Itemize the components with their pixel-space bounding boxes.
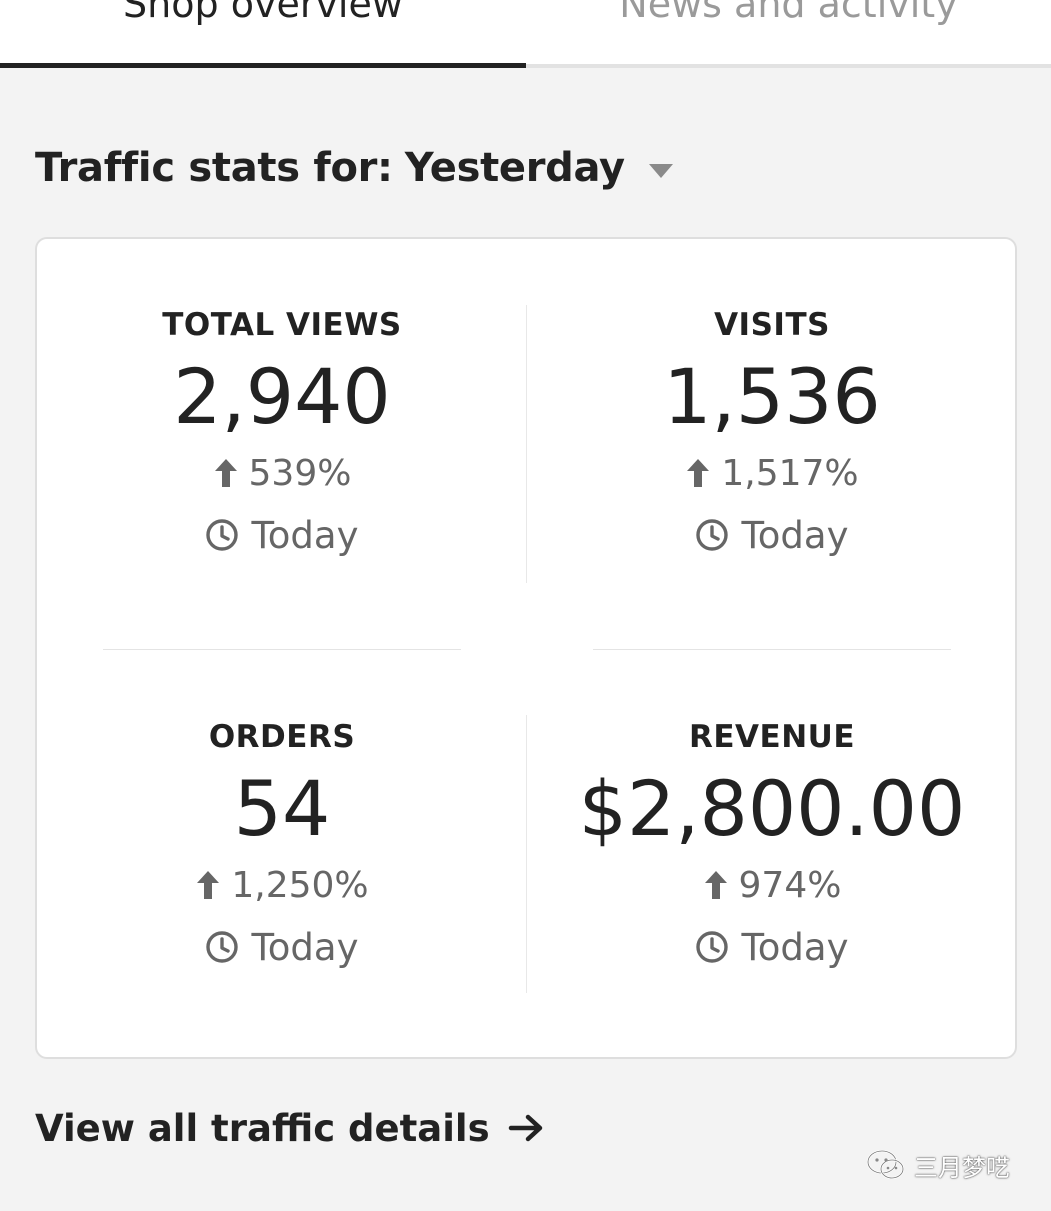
tab-label: News and activity [619,0,958,26]
stat-time[interactable]: Today [37,513,527,557]
view-traffic-details-link[interactable]: View all traffic details [35,1104,544,1152]
stat-change: 974% [527,863,1017,907]
tab-news-and-activity[interactable]: News and activity [526,0,1051,68]
stat-value: 2,940 [173,352,391,441]
stats-heading-prefix: Traffic stats for: [35,145,393,191]
traffic-link-label: View all traffic details [35,1106,490,1150]
stat-change-value: 1,250% [231,864,369,906]
stat-label: REVENUE [688,719,855,755]
selected-period: Yesterday [404,145,625,191]
watermark: 三月梦呓 [866,1147,1010,1183]
stat-label: VISITS [714,307,830,343]
stat-label: ORDERS [208,719,356,755]
clock-icon [696,519,729,551]
stat-time-label: Today [251,513,359,557]
stat-time[interactable]: Today [37,925,527,969]
stat-value: 1,536 [663,352,881,441]
stat-change: 1,517% [527,451,1017,495]
active-tab-indicator [0,63,526,68]
clock-icon [696,931,729,963]
stat-revenue: REVENUE $2,800.00 974% Today [527,717,1017,969]
stat-time-label: Today [741,925,849,969]
tab-underline [526,64,1051,68]
stat-time[interactable]: Today [527,513,1017,557]
clock-icon [206,931,239,963]
stat-change: 539% [37,451,527,495]
divider [103,649,461,650]
up-arrow-icon [197,871,220,899]
divider [593,649,951,650]
stat-change-value: 539% [248,452,352,494]
wechat-icon [866,1149,905,1180]
stat-orders: ORDERS 54 1,250% Today [37,717,527,969]
stat-value: 54 [233,764,331,853]
traffic-period-dropdown[interactable]: Traffic stats for: Yesterday [35,142,673,194]
stat-change-value: 974% [738,864,842,906]
shop-stats-page: Shop overview News and activity Traffic … [0,0,1051,1211]
watermark-text: 三月梦呓 [914,1153,1010,1182]
tab-label: Shop overview [123,0,403,26]
stat-value: $2,800.00 [578,764,966,853]
stats-card: TOTAL VIEWS 2,940 539% Today VISITS 1,53… [35,237,1017,1059]
up-arrow-icon [704,871,727,899]
stat-change: 1,250% [37,863,527,907]
tab-bar: Shop overview News and activity [0,0,1051,68]
up-arrow-icon [214,459,237,487]
arrow-right-icon [508,1114,542,1142]
stat-time-label: Today [741,513,849,557]
tab-shop-overview[interactable]: Shop overview [0,0,526,68]
stat-change-value: 1,517% [721,452,859,494]
stat-total-views: TOTAL VIEWS 2,940 539% Today [37,305,527,557]
stat-label: TOTAL VIEWS [162,307,402,343]
stat-time-label: Today [251,925,359,969]
chevron-down-icon [648,164,673,178]
clock-icon [206,519,239,551]
stat-visits: VISITS 1,536 1,517% Today [527,305,1017,557]
up-arrow-icon [687,459,710,487]
stat-time[interactable]: Today [527,925,1017,969]
